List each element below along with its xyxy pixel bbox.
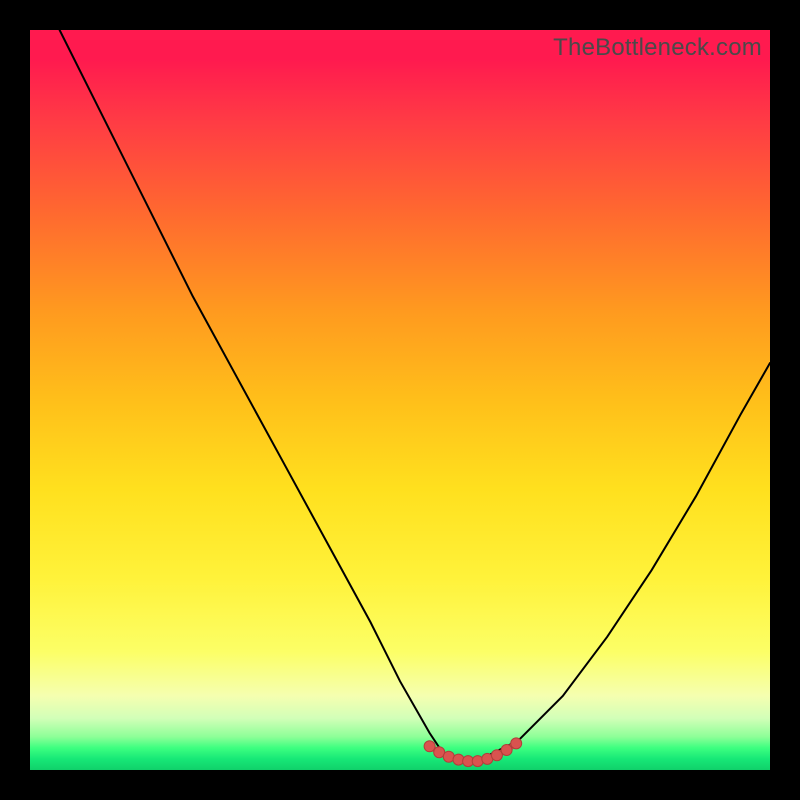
valley-marker — [424, 741, 435, 752]
plot-area: TheBottleneck.com — [30, 30, 770, 770]
valley-marker — [491, 750, 502, 761]
valley-marker-group — [424, 738, 522, 767]
valley-marker — [501, 745, 512, 756]
curve-layer — [30, 30, 770, 770]
chart-frame: TheBottleneck.com — [0, 0, 800, 800]
valley-marker — [511, 738, 522, 749]
bottleneck-curve-path — [60, 30, 770, 763]
